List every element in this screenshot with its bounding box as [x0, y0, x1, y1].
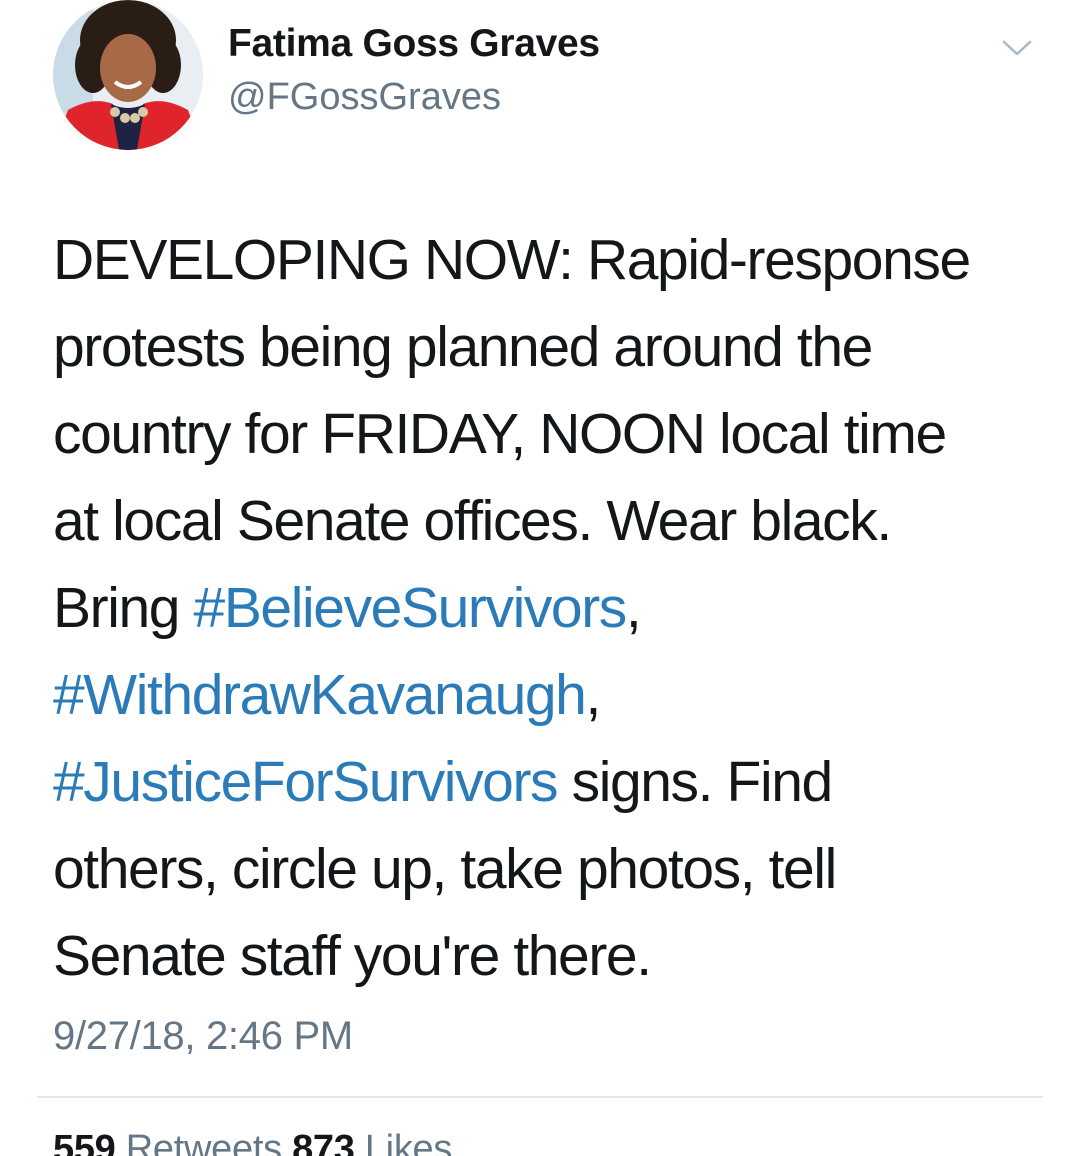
tweet-timestamp[interactable]: 9/27/18, 2:46 PM [53, 1014, 353, 1059]
tweet-text-segment: Senate staff you're there. [53, 924, 652, 988]
tweet-text-line: at local Senate offices. Wear black. [53, 478, 1053, 565]
retweets-stat[interactable]: 559 Retweets [53, 1128, 282, 1156]
likes-count: 873 [292, 1128, 355, 1156]
profile-photo-avatar-icon [53, 0, 203, 150]
display-name[interactable]: Fatima Goss Graves [228, 22, 600, 66]
tweet-text-line: Senate staff you're there. [53, 913, 1053, 1000]
hashtag-link[interactable]: #BelieveSurvivors [194, 576, 628, 640]
chevron-down-icon[interactable] [1000, 36, 1034, 60]
tweet-text-segment: , [585, 663, 601, 727]
user-handle[interactable]: @FGossGraves [228, 76, 501, 119]
tweet-text-segment: country for FRIDAY, NOON local time [53, 402, 947, 466]
tweet-stats: 559 Retweets 873 Likes [53, 1128, 452, 1156]
likes-stat[interactable]: 873 Likes [292, 1128, 452, 1156]
tweet-text-segment: , [625, 576, 642, 640]
tweet-text-line: DEVELOPING NOW: Rapid-response [53, 217, 1053, 304]
tweet-text-segment: signs. Find [557, 750, 834, 814]
tweet-text-line: #JusticeForSurvivors signs. Find [53, 739, 1053, 826]
divider [37, 1096, 1043, 1098]
tweet-text-line: others, circle up, take photos, tell [53, 826, 1053, 913]
likes-label: Likes [364, 1128, 453, 1156]
tweet-text-line: Bring #BelieveSurvivors, [53, 565, 1053, 652]
tweet-text-line: protests being planned around the [53, 304, 1053, 391]
tweet-text-segment: at local Senate offices. Wear black. [53, 489, 892, 553]
tweet-text-segment: Bring [53, 576, 194, 640]
tweet-text-line: country for FRIDAY, NOON local time [53, 391, 1053, 478]
tweet-text: DEVELOPING NOW: Rapid-response protests b… [53, 217, 1053, 1000]
tweet-card: Fatima Goss Graves @FGossGraves DEVELOPI… [0, 0, 1080, 1156]
tweet-text-segment: DEVELOPING NOW: Rapid-response [53, 228, 971, 292]
tweet-text-segment: protests being planned around the [53, 315, 873, 379]
retweets-label: Retweets [125, 1128, 282, 1156]
hashtag-link[interactable]: #WithdrawKavanaugh [53, 663, 587, 727]
tweet-text-segment: others, circle up, take photos, tell [53, 837, 837, 901]
tweet-text-line: #WithdrawKavanaugh, [53, 652, 1053, 739]
retweets-count: 559 [53, 1128, 116, 1156]
avatar[interactable] [53, 0, 203, 150]
hashtag-link[interactable]: #JusticeForSurvivors [53, 750, 559, 814]
